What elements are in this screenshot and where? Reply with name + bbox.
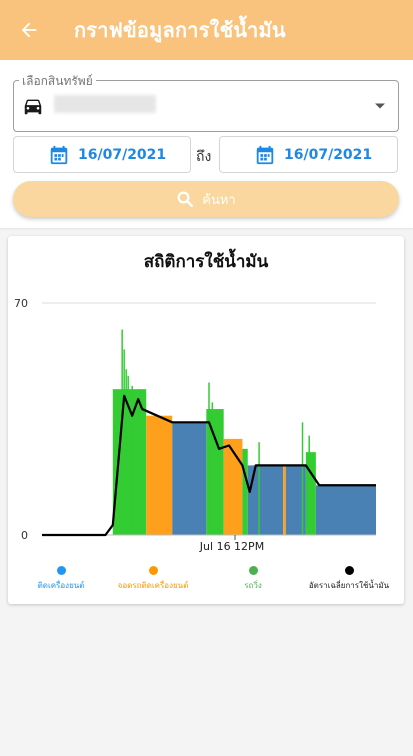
legend-marker	[56, 566, 66, 575]
fuel-chart-card: สถิติการใช้น้ำมัน 0 70 Jul 16 12PM ติดเครื…	[8, 236, 404, 604]
date-to-field[interactable]: 16/07/2021	[219, 136, 398, 173]
x-tick-label: Jul 16 12PM	[199, 540, 264, 553]
segment-idling	[146, 415, 173, 535]
legend-label: จอดรถติดเครื่องยนต์	[117, 581, 189, 590]
segment-moving	[242, 448, 248, 535]
date-from-value: 16/07/2021	[78, 146, 167, 163]
legend-marker	[248, 566, 258, 575]
legend-label: อัตราเฉลี่ยการใช้น้ำมัน	[308, 581, 390, 590]
page-title: กราฟข้อมูลการใช้น้ำมัน	[74, 18, 286, 42]
vehicle-select[interactable]: เลือกสินทรัพย์	[13, 72, 399, 132]
search-button[interactable]: ค้นหา	[13, 181, 399, 217]
y-tick-label: 70	[14, 297, 28, 310]
search-icon	[177, 191, 194, 207]
date-range-separator: ถึง	[196, 149, 212, 165]
date-to-value: 16/07/2021	[284, 146, 373, 163]
legend-marker	[148, 566, 158, 575]
legend-item-average-rate: อัตราเฉลี่ยการใช้น้ำมัน	[304, 566, 394, 592]
legend-label: รถวิ่ง	[244, 581, 262, 590]
legend-marker	[344, 566, 354, 575]
legend-item-idling: จอดรถติดเครื่องยนต์	[108, 566, 198, 592]
segment-moving	[305, 452, 316, 535]
vehicle-select-label: เลือกสินทรัพย์	[19, 72, 96, 91]
car-icon	[24, 99, 42, 115]
segment-engine-on	[172, 422, 207, 535]
fuel-usage-chart: 0 70 Jul 16 12PM	[14, 297, 376, 553]
dropdown-arrow-icon	[375, 103, 385, 109]
segment-idling	[283, 465, 286, 535]
back-button[interactable]	[0, 0, 58, 60]
segment-engine-on	[315, 485, 376, 535]
y-tick-label: 0	[21, 529, 28, 542]
arrow-left-icon	[21, 22, 37, 38]
vehicle-select-value	[54, 95, 156, 113]
date-from-field[interactable]: 16/07/2021	[13, 136, 191, 173]
search-button-label: ค้นหา	[202, 192, 236, 208]
legend-item-engine-on: ติดเครื่องยนต์	[16, 566, 106, 592]
calendar-icon	[50, 145, 68, 164]
app-bar: กราฟข้อมูลการใช้น้ำมัน	[0, 0, 413, 60]
legend-item-moving: รถวิ่ง	[208, 566, 298, 592]
calendar-icon	[256, 145, 274, 164]
legend-label: ติดเครื่องยนต์	[37, 581, 85, 590]
